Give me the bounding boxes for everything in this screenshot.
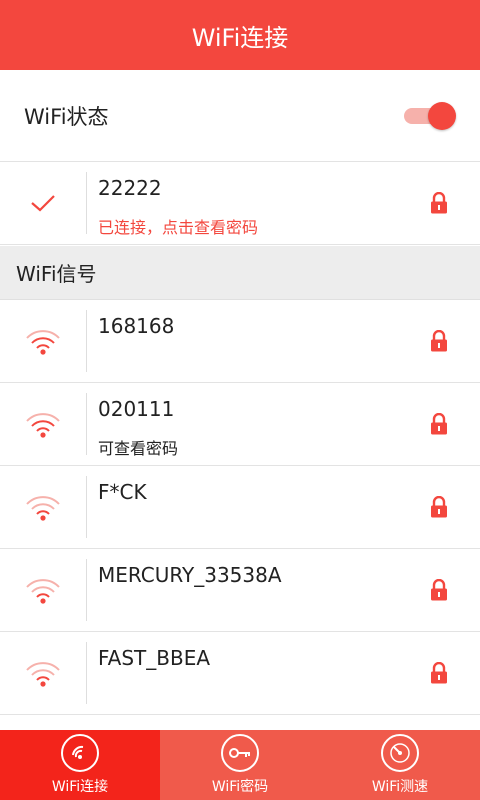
lock-icon: [431, 330, 447, 352]
wifi-icon: [61, 734, 99, 772]
speedometer-icon: [381, 734, 419, 772]
lock-icon: [431, 413, 447, 435]
title-bar: WiFi连接: [0, 0, 480, 70]
network-row[interactable]: MERCURY_33538A: [0, 549, 480, 632]
network-row[interactable]: F*CK: [0, 466, 480, 549]
network-row[interactable]: 168168: [0, 300, 480, 383]
wifi-signal-icon: [26, 330, 60, 355]
bottom-navigation: WiFi连接 WiFi密码 WiFi测速: [0, 730, 480, 800]
toggle-knob: [428, 102, 456, 130]
tab-wifi-connect[interactable]: WiFi连接: [0, 730, 160, 800]
key-icon: [221, 734, 259, 772]
connected-ssid: 22222: [98, 176, 162, 200]
lock-icon: [431, 192, 447, 214]
connected-network-row[interactable]: 22222 已连接，点击查看密码: [0, 162, 480, 245]
wifi-status-label: WiFi状态: [24, 104, 109, 129]
wifi-signal-icon: [26, 496, 60, 521]
section-title: WiFi信号: [16, 262, 97, 286]
tab-label: WiFi密码: [211, 779, 269, 795]
tab-wifi-password[interactable]: WiFi密码: [160, 730, 320, 800]
checkmark-icon: [31, 195, 55, 212]
network-ssid: F*CK: [98, 480, 147, 504]
page-title: WiFi连接: [191, 23, 289, 52]
connected-status: 已连接，点击查看密码: [98, 218, 259, 237]
wifi-status-row: WiFi状态: [0, 70, 480, 162]
wifi-signal-icon: [26, 579, 60, 604]
wifi-signal-icon: [26, 662, 60, 687]
wifi-signal-section-header: WiFi信号: [0, 246, 480, 300]
network-ssid: FAST_BBEA: [98, 646, 211, 670]
network-row[interactable]: 020111 可查看密码: [0, 383, 480, 466]
network-ssid: MERCURY_33538A: [98, 563, 282, 587]
network-subtitle: 可查看密码: [98, 439, 179, 458]
lock-icon: [431, 496, 447, 518]
tab-label: WiFi测速: [371, 779, 429, 795]
wifi-signal-icon: [26, 413, 60, 438]
lock-icon: [431, 579, 447, 601]
lock-icon: [431, 662, 447, 684]
tab-label: WiFi连接: [51, 779, 109, 795]
network-ssid: 168168: [98, 314, 175, 338]
network-row[interactable]: FAST_BBEA: [0, 632, 480, 715]
network-ssid: 020111: [98, 397, 175, 421]
tab-wifi-speedtest[interactable]: WiFi测速: [320, 730, 480, 800]
wifi-toggle[interactable]: [404, 102, 456, 130]
